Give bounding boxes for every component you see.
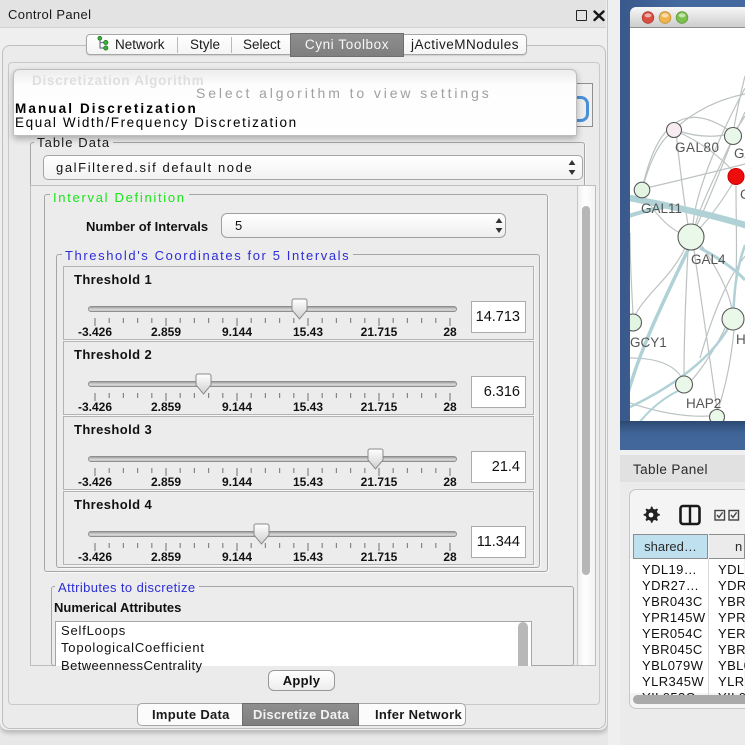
svg-text:GAL11: GAL11 <box>641 201 682 216</box>
svg-text:H: H <box>736 332 745 347</box>
svg-text:GAL80: GAL80 <box>675 140 720 155</box>
svg-text:C: C <box>740 187 745 202</box>
svg-text:GAL4: GAL4 <box>691 252 726 267</box>
svg-text:GCY1: GCY1 <box>630 335 667 350</box>
svg-text:HAP2: HAP2 <box>686 396 721 411</box>
svg-text:GA: GA <box>734 146 745 161</box>
